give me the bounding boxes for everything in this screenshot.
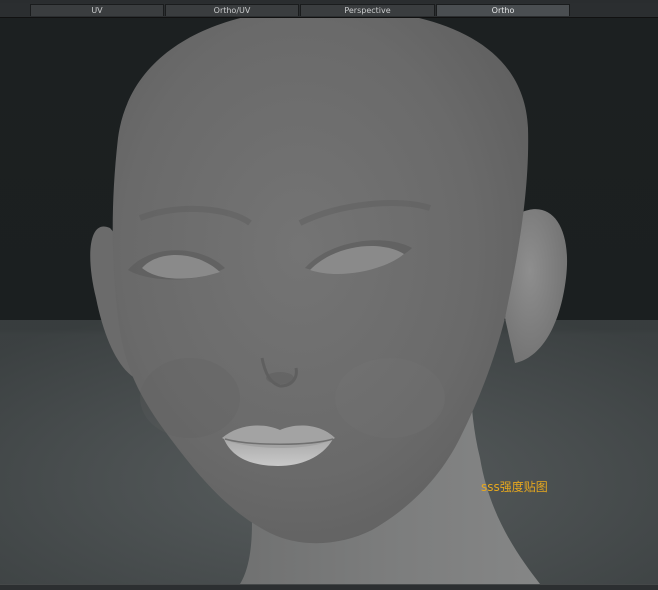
viewport-tabbar: UV Ortho/UV Perspective Ortho bbox=[0, 3, 658, 18]
3d-viewport[interactable] bbox=[0, 18, 658, 584]
app-window: UV Ortho/UV Perspective Ortho sss强度贴图 bbox=[0, 0, 658, 590]
sss-map-annotation: sss强度贴图 bbox=[481, 480, 548, 494]
tab-uv[interactable]: UV bbox=[30, 4, 164, 16]
tab-perspective[interactable]: Perspective bbox=[300, 4, 435, 16]
tab-ortho-uv[interactable]: Ortho/UV bbox=[165, 4, 299, 16]
tab-ortho[interactable]: Ortho bbox=[436, 4, 570, 16]
bottom-status-bar bbox=[0, 584, 658, 590]
viewport-scene bbox=[0, 18, 658, 584]
